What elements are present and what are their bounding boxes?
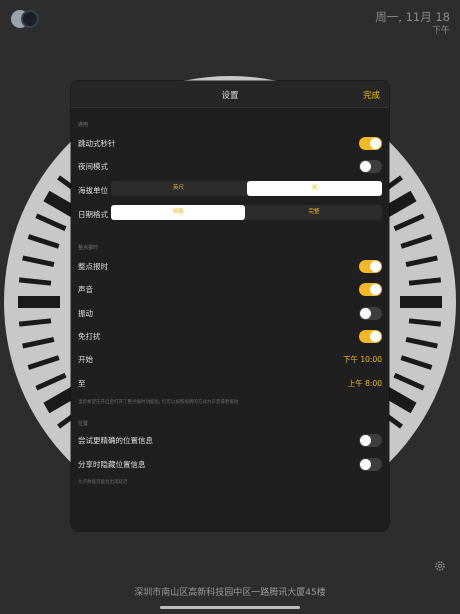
- toggle-do-not-disturb[interactable]: [359, 330, 382, 343]
- row-ticking-seconds[interactable]: 跳动式秒针: [71, 131, 389, 154]
- row-do-not-disturb[interactable]: 免打扰: [71, 324, 389, 347]
- toggle-knob: [370, 138, 381, 149]
- toggle-hourly-chime[interactable]: [359, 260, 382, 273]
- row-label: 开始: [78, 355, 93, 364]
- row-altitude-unit: 海拔单位 英尺 米: [71, 178, 389, 201]
- row-precise-location[interactable]: 尝试更精确的位置信息: [71, 428, 389, 451]
- date-line: 周一, 11月 18: [375, 10, 450, 24]
- settings-modal: 设置 完成 通用 跳动式秒针 夜间模式 海拔单位 英尺 米 日期格式 简略 完整…: [71, 81, 389, 531]
- toggle-night-mode[interactable]: [359, 160, 382, 173]
- home-indicator: [160, 606, 300, 609]
- section-label-display: 通用: [78, 122, 89, 128]
- altitude-option-feet[interactable]: 英尺: [111, 181, 246, 196]
- modal-header: 设置 完成: [71, 81, 389, 108]
- toggle-precise-location[interactable]: [359, 434, 382, 447]
- done-button[interactable]: 完成: [363, 89, 380, 101]
- row-label: 声音: [78, 285, 93, 294]
- toggle-knob: [360, 435, 371, 446]
- weather-icon[interactable]: [8, 8, 42, 30]
- row-label: 夜间模式: [78, 162, 108, 171]
- row-sound[interactable]: 声音: [71, 277, 389, 300]
- date-format-option-full[interactable]: 完整: [246, 205, 382, 220]
- row-label: 海拔单位: [78, 186, 108, 195]
- row-label: 分享时隐藏位置信息: [78, 460, 146, 469]
- toggle-knob: [370, 261, 381, 272]
- toggle-hide-location[interactable]: [359, 458, 382, 471]
- toggle-knob: [360, 161, 371, 172]
- minute-tick: [18, 318, 52, 327]
- minute-tick: [408, 318, 442, 327]
- minute-tick: [18, 277, 52, 286]
- start-time-value[interactable]: 下午 10:00: [343, 354, 382, 365]
- row-label: 振动: [78, 309, 93, 318]
- address-text: 深圳市南山区高新科技园中区一路腾讯大厦45楼: [134, 588, 326, 598]
- end-time-value[interactable]: 上午 8:00: [348, 378, 382, 389]
- location-note: 允许数据可能会出现延迟: [78, 480, 128, 485]
- modal-title: 设置: [221, 91, 239, 101]
- row-hourly-chime[interactable]: 整点报时: [71, 254, 389, 277]
- minute-tick: [408, 277, 442, 286]
- toggle-sound[interactable]: [359, 283, 382, 296]
- section-label-chime: 整点报时: [78, 245, 99, 251]
- row-night-mode[interactable]: 夜间模式: [71, 154, 389, 177]
- toggle-knob: [360, 459, 371, 470]
- row-vibrate[interactable]: 振动: [71, 301, 389, 324]
- date-display: 周一, 11月 18 下午: [375, 9, 450, 37]
- row-end-time[interactable]: 至 上午 8:00: [71, 371, 389, 394]
- row-date-format: 日期格式 简略 完整: [71, 202, 389, 225]
- row-label: 至: [78, 379, 86, 388]
- row-label: 免打扰: [78, 332, 101, 341]
- altitude-option-meters[interactable]: 米: [247, 181, 382, 196]
- toggle-ticking-seconds[interactable]: [359, 137, 382, 150]
- toggle-knob: [360, 308, 371, 319]
- chime-note: 当您希望在开启后打开了整点报时功能后, 仍可以按照规则的方式为声音或者振动: [78, 400, 239, 405]
- toggle-vibrate[interactable]: [359, 307, 382, 320]
- altitude-segmented-control: 英尺 米: [111, 181, 382, 196]
- gear-icon[interactable]: [434, 560, 446, 572]
- row-label: 整点报时: [78, 262, 108, 271]
- ampm-label: 下午: [431, 26, 450, 36]
- row-label: 日期格式: [78, 210, 108, 219]
- row-label: 尝试更精确的位置信息: [78, 436, 153, 445]
- toggle-knob: [370, 331, 381, 342]
- row-start-time[interactable]: 开始 下午 10:00: [71, 347, 389, 370]
- date-format-option-short[interactable]: 简略: [111, 205, 245, 220]
- date-format-segmented-control: 简略 完整: [111, 205, 382, 220]
- row-hide-location[interactable]: 分享时隐藏位置信息: [71, 452, 389, 475]
- section-label-location: 位置: [78, 421, 89, 427]
- toggle-knob: [370, 284, 381, 295]
- row-label: 跳动式秒针: [78, 139, 116, 148]
